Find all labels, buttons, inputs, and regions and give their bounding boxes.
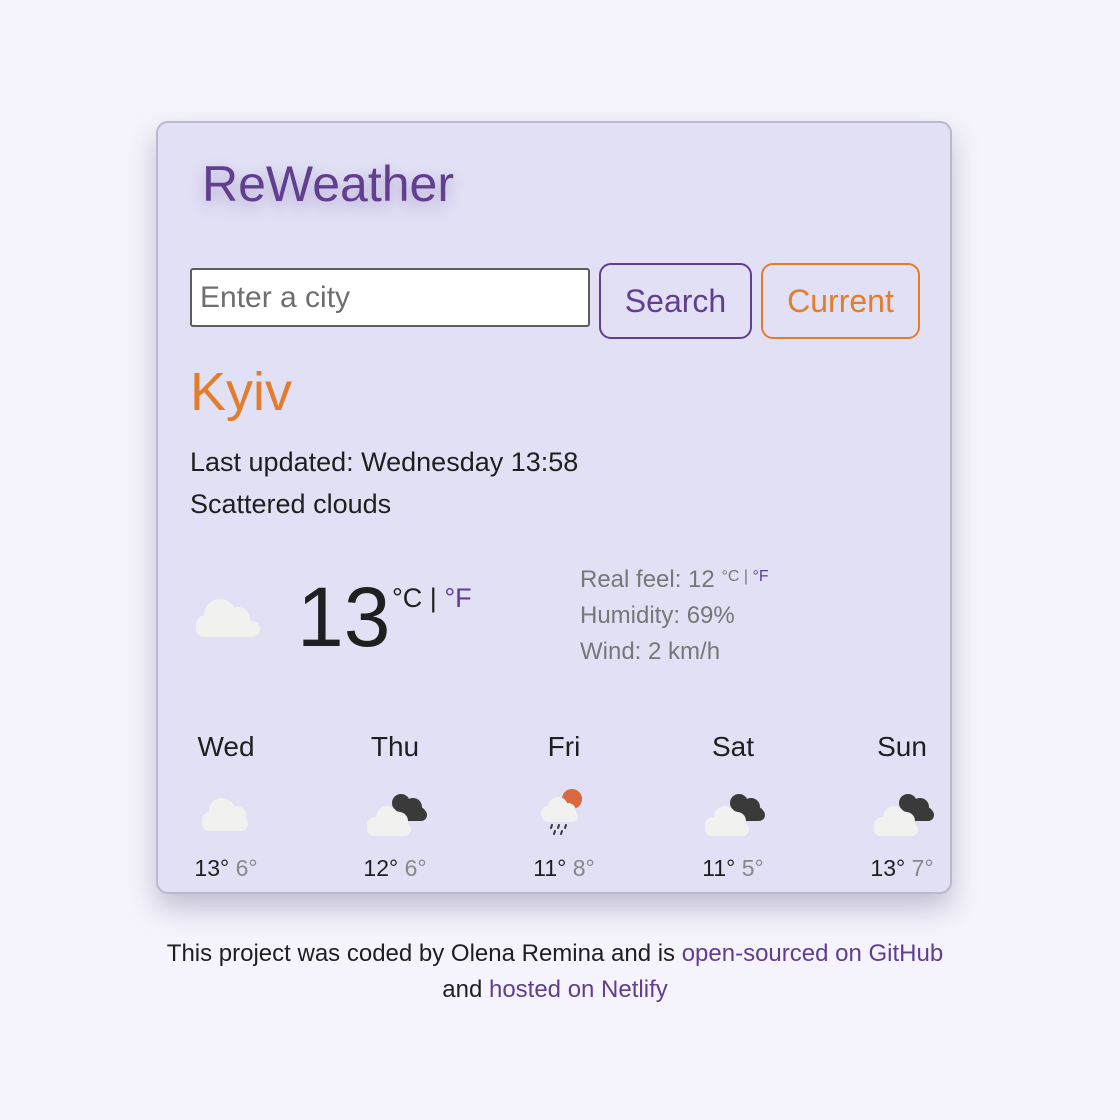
forecast-temps: 13° 6°	[178, 855, 274, 882]
forecast-day-name: Thu	[370, 731, 420, 762]
forecast-day: Sat 11° 5°	[685, 731, 781, 882]
footer-line-1: This project was coded by Olena Remina a…	[0, 936, 1110, 972]
weather-description: Scattered clouds	[190, 489, 392, 519]
forecast-temps: 11° 8°	[516, 855, 612, 882]
last-updated: Last updated: Wednesday 13:58	[190, 447, 579, 477]
search-button[interactable]: Search	[599, 263, 752, 339]
forecast-min: 8°	[572, 855, 595, 881]
forecast-day: Wed 13° 6°	[178, 731, 274, 882]
real-feel-value: Real feel: 12	[580, 566, 715, 593]
weather-card: ReWeather Search Current Kyiv Last updat…	[156, 121, 952, 894]
current-location-button[interactable]: Current	[761, 263, 920, 339]
broken-clouds-icon	[705, 794, 765, 836]
forecast-day-name: Sat	[711, 731, 755, 762]
forecast-temps: 13° 7°	[854, 855, 950, 882]
footer-text: This project was coded by Olena Remina a…	[166, 940, 682, 967]
weather-details: Real feel: 12 °C | °F Humidity: 69% Wind…	[580, 559, 769, 670]
forecast-min: 5°	[741, 855, 764, 881]
forecast-max: 13°	[194, 855, 230, 881]
real-feel: Real feel: 12 °C | °F	[580, 559, 769, 598]
forecast-max: 12°	[363, 855, 399, 881]
forecast-day-name: Sun	[877, 731, 927, 762]
city-name: Kyiv	[190, 362, 293, 422]
forecast-min: 7°	[911, 855, 934, 881]
broken-clouds-icon	[367, 794, 427, 836]
broken-clouds-icon	[874, 794, 934, 836]
footer-text-and: and	[442, 976, 489, 1003]
github-link[interactable]: open-sourced on GitHub	[682, 940, 944, 967]
forecast-temps: 12° 6°	[347, 855, 443, 882]
humidity: Humidity: 69%	[580, 602, 735, 629]
footer-line-2: and hosted on Netlify	[0, 972, 1110, 1008]
city-search-input[interactable]	[190, 268, 590, 327]
celsius-link[interactable]: °C	[392, 583, 422, 613]
cloud-icon	[202, 798, 248, 831]
forecast-day-name: Fri	[547, 731, 581, 762]
temperature-unit-toggle: °C | °F	[392, 583, 472, 614]
forecast-min: 6°	[404, 855, 427, 881]
real-feel-unit-toggle: °C | °F	[721, 568, 768, 585]
forecast-list: Wed 13° 6° Thu 12° 6° Fri 11° 8° Sat 11°…	[178, 731, 938, 891]
fahrenheit-link[interactable]: °F	[444, 583, 471, 613]
forecast-min: 6°	[235, 855, 258, 881]
forecast-max: 11°	[533, 855, 567, 881]
forecast-temps: 11° 5°	[685, 855, 781, 882]
unit-separator: |	[422, 583, 445, 613]
forecast-max: 13°	[870, 855, 906, 881]
forecast-day: Thu 12° 6°	[347, 731, 443, 882]
cloud-icon	[196, 599, 260, 637]
app-title: ReWeather	[202, 156, 454, 212]
forecast-max: 11°	[702, 855, 736, 881]
real-feel-unit-separator: |	[739, 568, 753, 585]
forecast-day: Fri 11° 8°	[516, 731, 612, 882]
real-feel-celsius-link[interactable]: °C	[721, 568, 739, 585]
real-feel-fahrenheit-link[interactable]: °F	[752, 568, 768, 585]
forecast-day-name: Wed	[197, 731, 255, 762]
forecast-day: Sun 13° 7°	[854, 731, 950, 882]
footer: This project was coded by Olena Remina a…	[0, 936, 1110, 1008]
wind: Wind: 2 km/h	[580, 638, 721, 665]
current-temperature: 13	[297, 570, 391, 664]
netlify-link[interactable]: hosted on Netlify	[489, 976, 668, 1003]
sun-rain-cloud-icon	[541, 789, 582, 835]
